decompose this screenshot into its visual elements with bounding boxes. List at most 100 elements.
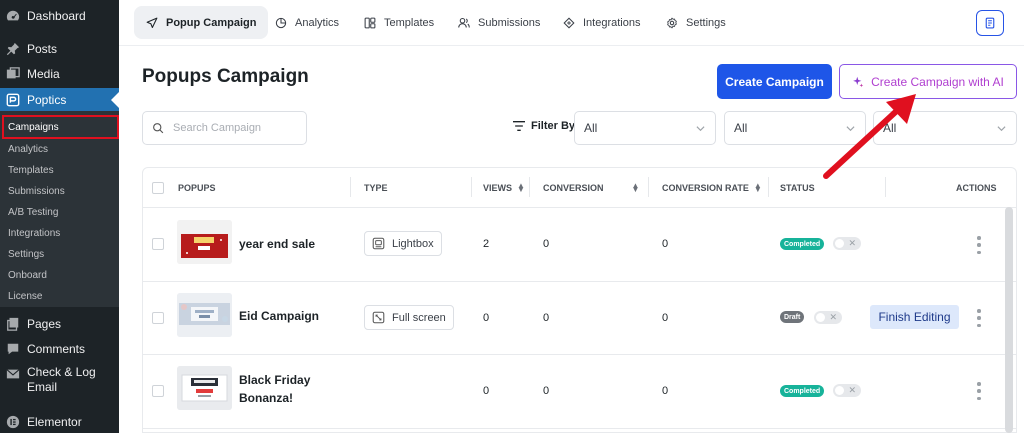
row-divider [143,281,1016,282]
comment-icon [6,342,20,356]
column-divider [768,177,769,197]
column-header-conversion-rate[interactable]: CONVERSION RATE ▲ ▼ [662,180,762,194]
popup-name[interactable]: Black Friday Bonanza! [239,371,310,407]
tab-settings[interactable]: Settings [654,6,738,39]
notes-button[interactable] [976,10,1004,36]
status-toggle[interactable]: ✕ [833,237,861,250]
top-navigation: Popup Campaign Analytics Templates Submi… [119,0,1024,46]
tab-label: Templates [384,16,435,29]
sort-icon: ▲ ▼ [631,180,640,194]
page-title: Popups Campaign [142,66,309,87]
wp-menu-label: Media [27,67,60,81]
wp-menu-label: Dashboard [27,9,86,23]
submenu-ab-testing[interactable]: A/B Testing [8,207,58,218]
select-all-checkbox[interactable] [152,182,164,194]
table-scrollbar[interactable] [1005,207,1013,433]
tab-integrations[interactable]: Integrations [551,6,652,39]
conversion-value: 0 [543,238,550,250]
more-actions-icon[interactable] [976,382,982,400]
wp-menu-comments[interactable]: Comments [0,339,119,359]
popup-thumbnail [177,366,232,410]
popup-name[interactable]: year end sale [239,235,315,253]
finish-editing-button[interactable]: Finish Editing [870,305,959,329]
submenu-analytics[interactable]: Analytics [8,144,48,155]
more-actions-icon[interactable] [976,236,982,254]
sort-icon: ▲ ▼ [753,180,762,194]
fullscreen-icon [372,311,385,324]
tab-analytics[interactable]: Analytics [263,6,351,39]
filter-by-label: Filter By [512,120,575,132]
wp-menu-pages[interactable]: Pages [0,314,119,334]
row-divider [143,354,1016,355]
conversion-value: 0 [543,312,550,324]
type-chip: Full screen [364,305,454,330]
submenu-onboard[interactable]: Onboard [8,270,47,281]
envelope-icon [6,367,20,381]
submenu-integrations[interactable]: Integrations [8,228,60,239]
more-actions-icon[interactable] [976,309,982,327]
wp-menu-posts[interactable]: Posts [0,39,119,59]
type-label: Full screen [392,311,446,324]
popup-thumbnail [177,293,232,337]
tab-popup-campaign[interactable]: Popup Campaign [134,6,269,39]
row-checkbox[interactable] [152,238,164,250]
close-icon: ✕ [848,238,856,248]
pages-icon [6,317,20,331]
submenu-campaigns[interactable]: Campaigns [8,122,59,133]
tab-submissions[interactable]: Submissions [446,6,552,39]
column-divider [471,177,472,197]
status-toggle[interactable]: ✕ [814,311,842,324]
column-header-popups: POPUPS [178,183,216,193]
row-checkbox[interactable] [152,385,164,397]
ai-button-label: Create Campaign with AI [871,74,1004,89]
status-badge: Completed [780,238,825,250]
sort-icon: ▲ ▼ [517,180,525,194]
wp-menu-elementor[interactable]: Elementor [0,412,119,432]
search-input[interactable]: Search Campaign [142,111,307,145]
column-divider [648,177,649,197]
row-checkbox[interactable] [152,312,164,324]
conversion-rate-value: 0 [662,238,669,250]
submenu-templates[interactable]: Templates [8,165,54,176]
tab-label: Settings [686,16,726,29]
dashboard-icon [6,9,20,23]
status-toggle[interactable]: ✕ [833,384,861,397]
pushpin-icon [6,42,20,56]
wp-menu-label: Email [27,380,58,394]
tab-templates[interactable]: Templates [352,6,446,39]
column-header-conversion[interactable]: CONVERSION ▲ ▼ [543,180,640,194]
poptics-icon [6,93,20,107]
wp-menu-label: Elementor [27,415,82,429]
column-header-views[interactable]: VIEWS ▲ ▼ [483,180,525,194]
layout-icon [364,17,376,28]
wp-menu-poptics[interactable]: Poptics [0,88,119,111]
column-header-type: TYPE [364,183,388,193]
tab-label: Submissions [478,16,541,29]
wp-menu-label: Poptics [27,92,67,107]
submenu-settings[interactable]: Settings [8,249,44,260]
media-icon [6,67,20,81]
type-label: Lightbox [392,237,434,250]
filter-label-text: Filter By [531,120,576,132]
wp-menu-dashboard[interactable]: Dashboard [0,6,119,26]
submenu-submissions[interactable]: Submissions [8,186,65,197]
sparkle-icon [853,76,864,87]
tab-label: Popup Campaign [166,16,257,29]
wp-menu-check-log-email[interactable]: Check & Log Email [0,365,119,397]
pie-chart-icon [275,17,287,28]
wp-menu-media[interactable]: Media [0,64,119,84]
popup-name[interactable]: Eid Campaign [239,307,319,325]
elementor-icon [6,415,20,429]
column-divider [529,177,530,197]
conversion-rate-value: 0 [662,312,669,324]
close-icon: ✕ [829,312,837,322]
search-placeholder: Search Campaign [173,122,262,134]
send-icon [146,17,158,28]
status-badge: Draft [780,311,805,323]
filter-select-1[interactable]: All [574,111,716,145]
submenu-license[interactable]: License [8,291,42,302]
row-divider [143,207,1016,208]
lightbox-icon [372,237,385,250]
search-icon [153,123,164,134]
wp-menu-label: Comments [27,342,86,356]
